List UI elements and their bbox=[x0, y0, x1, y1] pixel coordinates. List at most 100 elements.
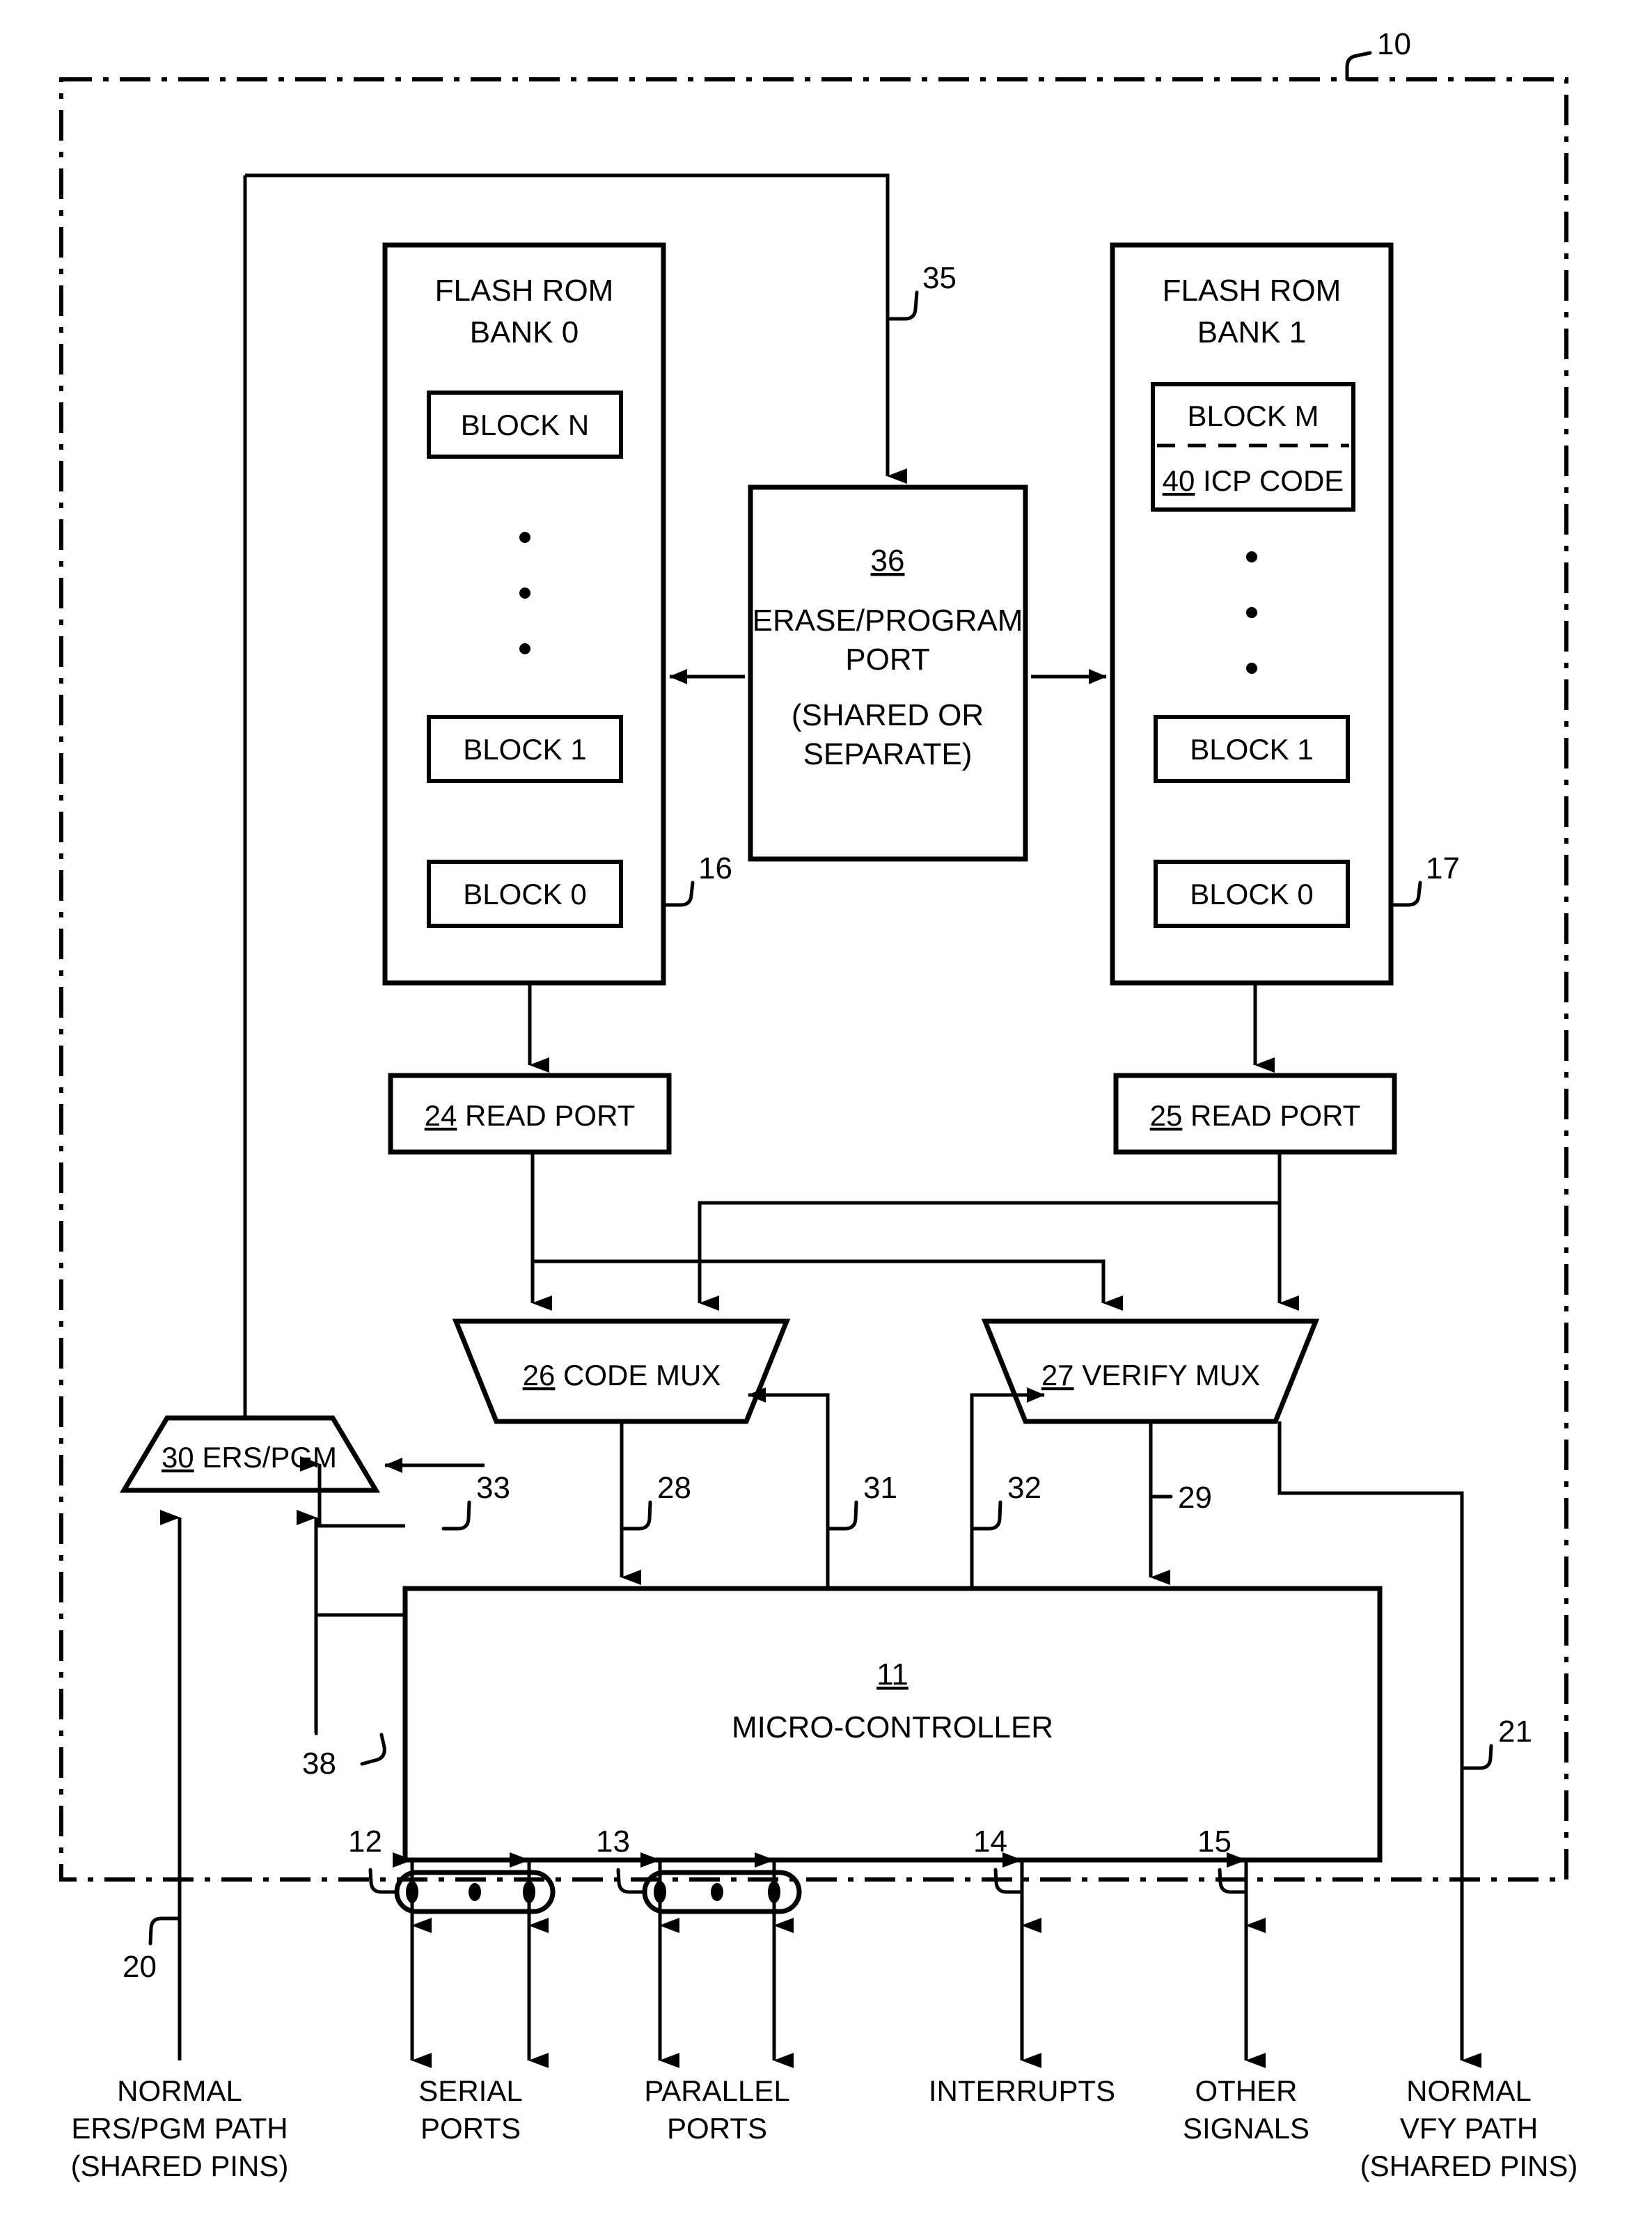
ref-38-label: 38 bbox=[302, 1747, 336, 1781]
normal-ers-pgm-path-line-1: NORMAL bbox=[117, 2074, 242, 2107]
parallel-ports-line-1: PARALLEL bbox=[644, 2074, 789, 2107]
read-port-25-label: READ PORT bbox=[1190, 1099, 1360, 1132]
serial-bus-dot-1 bbox=[406, 1881, 418, 1903]
read-port-24-ref: 24 bbox=[425, 1099, 457, 1132]
bank1-ellipsis-dot-3 bbox=[1246, 663, 1257, 674]
ref-15-label: 15 bbox=[1197, 1824, 1232, 1859]
code-mux-label: CODE MUX bbox=[563, 1359, 721, 1392]
ref-33-leader bbox=[441, 1500, 471, 1531]
verify-mux: 27 VERIFY MUX bbox=[981, 1318, 1320, 1424]
ref-21-label: 21 bbox=[1498, 1715, 1532, 1749]
bank0-ellipsis-dot-2 bbox=[519, 588, 530, 599]
bank1-title-line2: BANK 1 bbox=[1197, 315, 1307, 349]
bank1-icp-ref: 40 bbox=[1163, 464, 1195, 497]
bank0-title-line1: FLASH ROM bbox=[435, 274, 614, 308]
read-port-24-label: READ PORT bbox=[465, 1099, 635, 1132]
microcontroller-label: MICRO-CONTROLLER bbox=[732, 1710, 1053, 1744]
other-signals-line-2: SIGNALS bbox=[1183, 2112, 1309, 2145]
ref-33-label: 33 bbox=[476, 1471, 510, 1505]
ref-35-label: 35 bbox=[922, 261, 957, 295]
parallel-ports-line-2: PORTS bbox=[667, 2112, 767, 2145]
code-mux-ref: 26 bbox=[523, 1359, 556, 1392]
ref-32-leader bbox=[972, 1500, 1002, 1531]
code-mux: 26 CODE MUX bbox=[452, 1318, 791, 1424]
flash-rom-bank-0: FLASH ROM BANK 0 BLOCK N BLOCK 1 BLOCK 0 bbox=[382, 242, 666, 986]
ers-pgm-label: ERS/PGM bbox=[202, 1441, 337, 1474]
flash-rom-bank-1: FLASH ROM BANK 1 BLOCK M 40 ICP CODE BLO… bbox=[1110, 242, 1394, 986]
read-port-25-text: 25 READ PORT bbox=[1150, 1099, 1361, 1132]
ref-13-label: 13 bbox=[596, 1824, 630, 1859]
parallel-bus-dot-2 bbox=[711, 1883, 723, 1901]
microcontroller-ref: 11 bbox=[876, 1657, 908, 1692]
ref-29-label: 29 bbox=[1178, 1481, 1212, 1515]
patent-figure: 10 FLASH ROM BANK 0 BLOCK N BLOCK 1 BLOC… bbox=[0, 0, 1652, 2215]
normal-vfy-path-line-1: NORMAL bbox=[1406, 2074, 1532, 2107]
normal-ers-pgm-path-line-3: (SHARED PINS) bbox=[71, 2150, 289, 2182]
bank1-block-m-label: BLOCK M bbox=[1187, 400, 1319, 432]
bottom-label-parallel-ports: PARALLEL PORTS bbox=[644, 2074, 789, 2145]
interrupts-line-1: INTERRUPTS bbox=[929, 2074, 1115, 2107]
bank1-block-0-label: BLOCK 0 bbox=[1190, 878, 1313, 911]
code-mux-text: 26 CODE MUX bbox=[523, 1359, 721, 1392]
ref-14-label: 14 bbox=[973, 1824, 1007, 1859]
read-port-24: 24 READ PORT bbox=[388, 1073, 672, 1155]
bank1-icp-code-label: 40 ICP CODE bbox=[1163, 464, 1344, 497]
ref-32-label: 32 bbox=[1007, 1471, 1041, 1505]
parallel-bus-dot-1 bbox=[654, 1881, 666, 1903]
ref-20-leader bbox=[148, 1916, 180, 1946]
bank0-block-0-label: BLOCK 0 bbox=[463, 878, 586, 911]
read-port-25: 25 READ PORT bbox=[1113, 1073, 1397, 1155]
ref-31-label: 31 bbox=[863, 1471, 897, 1505]
ref-12-label: 12 bbox=[348, 1824, 382, 1859]
bank1-block-1-label: BLOCK 1 bbox=[1190, 733, 1313, 766]
serial-bus-dot-2 bbox=[469, 1883, 481, 1901]
normal-vfy-path-line-2: VFY PATH bbox=[1400, 2112, 1538, 2145]
ref-16-leader bbox=[661, 881, 695, 907]
bank0-ellipsis-dot-3 bbox=[519, 643, 530, 654]
wire-25-branch-to-code-mux bbox=[698, 1201, 1280, 1311]
wire-21-normal-vfy-path bbox=[1277, 1421, 1481, 2068]
erase-program-port: 36 ERASE/PROGRAM PORT (SHARED OR SEPARAT… bbox=[748, 484, 1028, 862]
ref-31-leader bbox=[828, 1500, 858, 1531]
serial-bus-dot-3 bbox=[523, 1881, 535, 1903]
ers-pgm-text: 30 ERS/PGM bbox=[162, 1441, 337, 1474]
parallel-bus-dot-3 bbox=[768, 1881, 780, 1903]
serial-ports-line-1: SERIAL bbox=[418, 2074, 522, 2107]
ref-10-label: 10 bbox=[1377, 27, 1411, 61]
erase-program-port-line-3: (SHARED OR bbox=[792, 698, 984, 732]
bank1-icp-text: ICP CODE bbox=[1203, 464, 1344, 497]
bank0-block-1-label: BLOCK 1 bbox=[463, 733, 586, 766]
bottom-label-normal-vfy-path: NORMAL VFY PATH (SHARED PINS) bbox=[1360, 2074, 1578, 2182]
ref-38-leader bbox=[360, 1733, 386, 1766]
ref-28-label: 28 bbox=[657, 1471, 691, 1505]
read-port-24-text: 24 READ PORT bbox=[425, 1099, 636, 1132]
verify-mux-label: VERIFY MUX bbox=[1082, 1359, 1260, 1392]
microcontroller: 11 MICRO-CONTROLLER bbox=[402, 1586, 1383, 1863]
bank1-title-line1: FLASH ROM bbox=[1163, 274, 1342, 308]
normal-vfy-path-line-3: (SHARED PINS) bbox=[1360, 2150, 1578, 2182]
chip-boundary bbox=[59, 77, 1568, 1882]
erase-program-port-line-1: ERASE/PROGRAM bbox=[753, 604, 1023, 638]
ref-28-leader bbox=[622, 1500, 652, 1531]
ers-pgm-block: 30 ERS/PGM bbox=[119, 1415, 381, 1493]
serial-ports-line-2: PORTS bbox=[420, 2112, 521, 2145]
verify-mux-ref: 27 bbox=[1041, 1359, 1074, 1392]
figure-canvas: 10 FLASH ROM BANK 0 BLOCK N BLOCK 1 BLOC… bbox=[59, 27, 1578, 2182]
wire-38-ers-pgm-data bbox=[297, 1510, 405, 1735]
bank0-ellipsis-dot-1 bbox=[519, 532, 530, 543]
wire-24-branch-to-verify-mux bbox=[533, 1259, 1123, 1311]
wire-31-code-mux-select bbox=[748, 1387, 830, 1589]
other-signals-line-1: OTHER bbox=[1195, 2074, 1298, 2107]
normal-ers-pgm-path-line-2: ERS/PGM PATH bbox=[71, 2112, 288, 2145]
read-port-25-ref: 25 bbox=[1150, 1099, 1183, 1132]
ref-10-leader bbox=[1345, 51, 1372, 81]
bank1-ellipsis-dot-1 bbox=[1246, 551, 1257, 562]
bottom-label-interrupts: INTERRUPTS bbox=[929, 2074, 1115, 2107]
erase-program-port-line-4: SEPARATE) bbox=[803, 737, 973, 771]
ref-20-label: 20 bbox=[123, 1950, 157, 1984]
ref-17-label: 17 bbox=[1426, 851, 1460, 885]
bottom-label-serial-ports: SERIAL PORTS bbox=[418, 2074, 522, 2145]
bottom-label-other-signals: OTHER SIGNALS bbox=[1183, 2074, 1309, 2145]
bank0-title-line2: BANK 0 bbox=[470, 315, 579, 349]
bottom-label-normal-ers-pgm-path: NORMAL ERS/PGM PATH (SHARED PINS) bbox=[71, 2074, 289, 2182]
